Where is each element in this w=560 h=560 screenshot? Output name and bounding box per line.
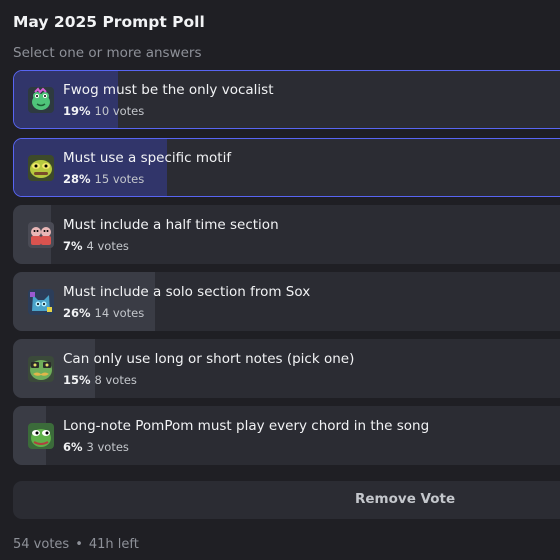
time-left: 41h left — [88, 537, 139, 552]
total-votes: 54 votes — [13, 537, 70, 552]
option-percent: 26% — [63, 306, 91, 320]
green-frog-icon — [28, 87, 54, 113]
option-label: Long-note PomPom must play every chord i… — [63, 418, 430, 434]
option-votes: 15 votes — [94, 172, 145, 186]
blue-cat-icon — [28, 289, 54, 315]
option-percent: 6% — [63, 440, 83, 454]
option-votes: 14 votes — [94, 306, 145, 320]
option-label: Can only use long or short notes (pick o… — [63, 351, 355, 367]
pink-pair-icon — [28, 222, 54, 248]
mustache-frog-icon — [28, 356, 54, 382]
option-vote-count: 6% 3 votes — [63, 440, 129, 454]
pepe-frog-icon — [28, 423, 54, 449]
poll-title: May 2025 Prompt Poll — [13, 13, 205, 31]
option-vote-count: 7% 4 votes — [63, 239, 129, 253]
option-label: Must include a solo section from Sox — [63, 284, 311, 300]
poll-option-half-time[interactable]: Must include a half time section 7% 4 vot… — [13, 205, 560, 264]
option-label: Must include a half time section — [63, 217, 279, 233]
option-percent: 28% — [63, 172, 91, 186]
option-vote-count: 19% 10 votes — [63, 104, 144, 118]
vote-share-bar — [13, 339, 96, 398]
poll-option-fwog-vocalist[interactable]: Fwog must be the only vocalist 19% 10 vot… — [13, 70, 560, 129]
poll-option-sox-solo[interactable]: Must include a solo section from Sox 26%… — [13, 272, 560, 331]
option-vote-count: 28% 15 votes — [63, 172, 144, 186]
option-vote-count: 26% 14 votes — [63, 306, 144, 320]
option-percent: 19% — [63, 104, 91, 118]
remove-vote-label: Remove Vote — [355, 491, 456, 507]
option-votes: 8 votes — [94, 373, 137, 387]
yellow-frog-icon — [28, 155, 54, 181]
option-label: Fwog must be the only vocalist — [63, 82, 274, 98]
poll-footer: 54 votes • 41h left — [13, 537, 139, 552]
option-votes: 10 votes — [94, 104, 145, 118]
option-votes: 3 votes — [86, 440, 129, 454]
option-percent: 7% — [63, 239, 83, 253]
poll-option-specific-motif[interactable]: Must use a specific motif 28% 15 votes — [13, 138, 560, 197]
separator-dot: • — [75, 537, 83, 552]
poll-subtitle: Select one or more answers — [13, 45, 202, 61]
option-votes: 4 votes — [86, 239, 129, 253]
option-percent: 15% — [63, 373, 91, 387]
poll-option-pompom-chords[interactable]: Long-note PomPom must play every chord i… — [13, 406, 560, 465]
poll-option-long-short-notes[interactable]: Can only use long or short notes (pick o… — [13, 339, 560, 398]
option-label: Must use a specific motif — [63, 150, 232, 166]
option-vote-count: 15% 8 votes — [63, 373, 137, 387]
remove-vote-button[interactable]: Remove Vote — [13, 481, 560, 519]
